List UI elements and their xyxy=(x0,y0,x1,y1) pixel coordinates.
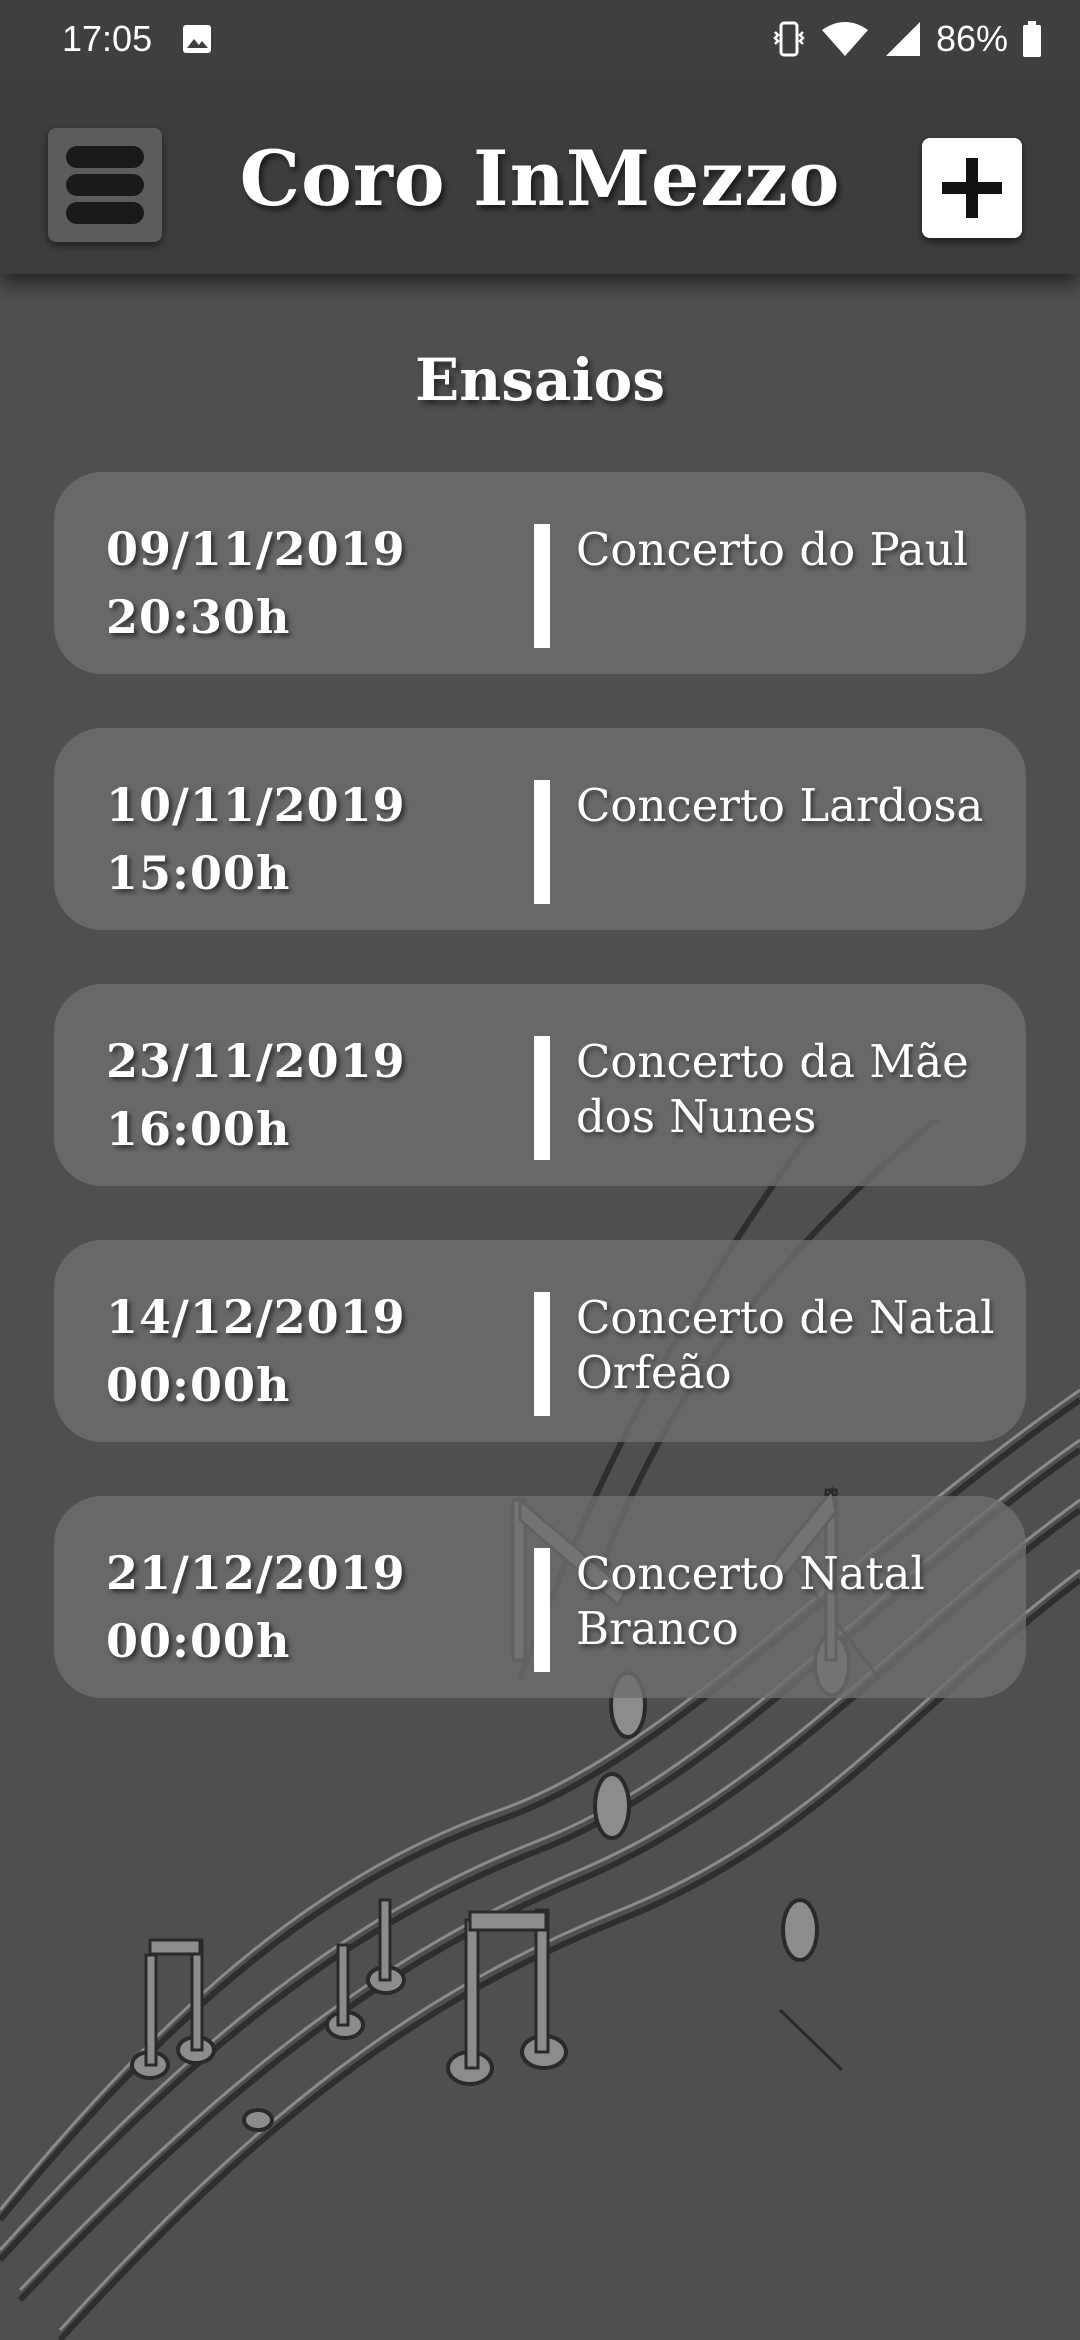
event-card[interactable]: 21/12/2019 00:00h Concerto Natal Branco xyxy=(54,1496,1026,1698)
event-divider xyxy=(534,524,550,648)
event-time: 15:00h xyxy=(106,846,291,900)
battery-percentage: 86% xyxy=(935,18,1008,59)
signal-icon xyxy=(885,22,920,56)
status-icons: 86% xyxy=(772,18,1042,60)
event-time: 16:00h xyxy=(106,1102,291,1156)
event-date: 10/11/2019 xyxy=(106,778,406,832)
status-time: 17:05 xyxy=(62,18,153,59)
event-name: Concerto do Paul xyxy=(576,523,968,576)
app-title: Coro InMezzo xyxy=(239,134,841,223)
event-name: Concerto Natal Branco xyxy=(576,1547,925,1655)
add-button[interactable] xyxy=(922,138,1022,238)
event-name: Concerto da Mãe dos Nunes xyxy=(576,1035,969,1143)
wifi-icon xyxy=(821,22,868,56)
event-time: 00:00h xyxy=(106,1614,291,1668)
vibrate-icon xyxy=(773,21,805,57)
event-date: 09/11/2019 xyxy=(106,522,406,576)
status-bar: 17:05 86% xyxy=(0,0,1080,84)
event-divider xyxy=(534,1036,550,1160)
event-name: Concerto Lardosa xyxy=(576,779,984,832)
event-date: 14/12/2019 xyxy=(106,1290,406,1344)
event-date: 21/12/2019 xyxy=(106,1546,406,1600)
event-date: 23/11/2019 xyxy=(106,1034,406,1088)
event-time: 20:30h xyxy=(106,590,291,644)
event-card[interactable]: 14/12/2019 00:00h Concerto de Natal Orfe… xyxy=(54,1240,1026,1442)
event-card[interactable]: 23/11/2019 16:00h Concerto da Mãe dos Nu… xyxy=(54,984,1026,1186)
event-card[interactable]: 09/11/2019 20:30h Concerto do Paul xyxy=(54,472,1026,674)
event-card[interactable]: 10/11/2019 15:00h Concerto Lardosa xyxy=(54,728,1026,930)
event-divider xyxy=(534,1292,550,1416)
event-divider xyxy=(534,1548,550,1672)
app-bar: Coro InMezzo xyxy=(0,84,1080,274)
battery-icon xyxy=(1023,21,1041,57)
section-title: Ensaios xyxy=(415,346,665,414)
event-name: Concerto de Natal Orfeão xyxy=(576,1291,995,1399)
plus-icon xyxy=(942,158,1002,218)
event-time: 00:00h xyxy=(106,1358,291,1412)
event-divider xyxy=(534,780,550,904)
image-icon xyxy=(183,25,211,53)
